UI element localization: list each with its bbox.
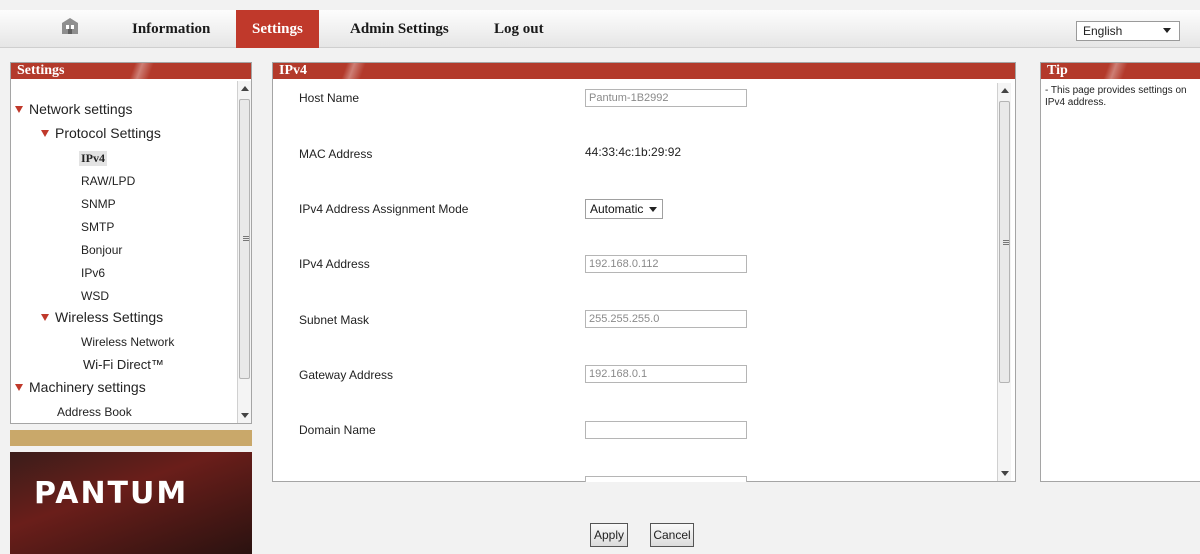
tree-label: Machinery settings [29, 379, 146, 395]
language-selected: English [1083, 24, 1123, 38]
tip-text: - This page provides settings on IPv4 ad… [1045, 85, 1187, 108]
host-name-label: Host Name [299, 91, 360, 105]
ipv4-address-field[interactable]: 192.168.0.112 [585, 255, 747, 273]
apply-button[interactable]: Apply [590, 523, 628, 547]
form-scrollbar[interactable] [997, 83, 1011, 481]
domain-name-field[interactable] [585, 421, 747, 439]
tree-item-ipv6[interactable]: IPv6 [81, 266, 105, 280]
tip-title-text: Tip [1047, 63, 1068, 78]
nav-admin-settings[interactable]: Admin Settings [334, 10, 465, 48]
decorative-bar [10, 430, 252, 446]
tree-protocol-settings[interactable]: Protocol Settings [41, 125, 161, 141]
home-icon[interactable] [60, 16, 80, 36]
sidebar-scrollbar[interactable] [237, 81, 251, 423]
tree-label: Network settings [29, 101, 133, 117]
tree-item-snmp[interactable]: SNMP [81, 197, 116, 211]
sidebar-title-text: Settings [17, 63, 65, 78]
grip-icon [243, 236, 249, 241]
ipv4-panel: IPv4 Host Name Pantum-1B2992 MAC Address… [272, 62, 1016, 482]
tree-item-raw-lpd[interactable]: RAW/LPD [81, 174, 135, 188]
tree-machinery-settings[interactable]: Machinery settings [15, 379, 146, 395]
expand-triangle-icon [41, 314, 49, 321]
tree-item-wifi-direct[interactable]: Wi-Fi Direct™ [83, 357, 164, 372]
panel-title-text: IPv4 [279, 63, 307, 78]
expand-triangle-icon [15, 106, 23, 113]
panel-title: IPv4 [273, 63, 1015, 79]
cancel-button[interactable]: Cancel [650, 523, 694, 547]
tree-label: Protocol Settings [55, 125, 161, 141]
domain-name-label: Domain Name [299, 423, 376, 437]
expand-triangle-icon [15, 384, 23, 391]
tip-panel: Tip - This page provides settings on IPv… [1040, 62, 1200, 482]
nav-settings[interactable]: Settings [236, 10, 319, 48]
grip-icon [1003, 240, 1009, 245]
mac-address-label: MAC Address [299, 147, 373, 161]
tip-title: Tip [1041, 63, 1200, 79]
tree-item-wsd[interactable]: WSD [81, 289, 109, 303]
title-decoration [313, 63, 383, 79]
tree-wireless-settings[interactable]: Wireless Settings [41, 309, 163, 325]
tree-item-bonjour[interactable]: Bonjour [81, 243, 122, 257]
host-name-field[interactable]: Pantum-1B2992 [585, 89, 747, 107]
ipv4-address-label: IPv4 Address [299, 257, 370, 271]
assignment-mode-select[interactable]: Automatic [585, 199, 663, 219]
gateway-address-label: Gateway Address [299, 368, 394, 382]
settings-sidebar: Settings Network settings Protocol Setti… [10, 62, 252, 424]
subnet-mask-field[interactable]: 255.255.255.0 [585, 310, 747, 328]
sidebar-title: Settings [11, 63, 251, 79]
nav-log-out[interactable]: Log out [478, 10, 560, 48]
nav-information[interactable]: Information [116, 10, 226, 48]
title-decoration [1075, 63, 1145, 79]
title-decoration [101, 63, 171, 79]
scroll-down-icon[interactable] [241, 413, 249, 418]
scrollbar-thumb[interactable] [999, 101, 1010, 383]
scroll-down-icon[interactable] [1001, 471, 1009, 476]
scroll-up-icon[interactable] [1001, 88, 1009, 93]
tree-network-settings[interactable]: Network settings [15, 101, 132, 117]
top-nav-bar: Information Settings Admin Settings Log … [0, 10, 1200, 48]
brand-banner: PANTUM [10, 452, 252, 554]
ipv4-form: Host Name Pantum-1B2992 MAC Address 44:3… [273, 81, 997, 482]
chevron-down-icon [1163, 28, 1171, 33]
tree-item-ipv4[interactable]: IPv4 [79, 151, 107, 166]
expand-triangle-icon [41, 130, 49, 137]
tree-label: Wireless Settings [55, 309, 164, 325]
assignment-mode-label: IPv4 Address Assignment Mode [299, 202, 469, 216]
scroll-up-icon[interactable] [241, 86, 249, 91]
gateway-address-field[interactable]: 192.168.0.1 [585, 365, 747, 383]
subnet-mask-label: Subnet Mask [299, 313, 370, 327]
next-field-partial[interactable] [585, 476, 747, 482]
pantum-logo: PANTUM [34, 476, 189, 511]
mac-address-value: 44:33:4c:1b:29:92 [585, 145, 682, 159]
tree-item-address-book[interactable]: Address Book [57, 405, 132, 419]
scrollbar-thumb[interactable] [239, 99, 250, 379]
tree-item-smtp[interactable]: SMTP [81, 220, 114, 234]
assignment-mode-value: Automatic [590, 202, 644, 216]
language-select[interactable]: English [1076, 21, 1180, 41]
chevron-down-icon [649, 207, 657, 212]
tree-item-wireless-network[interactable]: Wireless Network [81, 335, 174, 349]
